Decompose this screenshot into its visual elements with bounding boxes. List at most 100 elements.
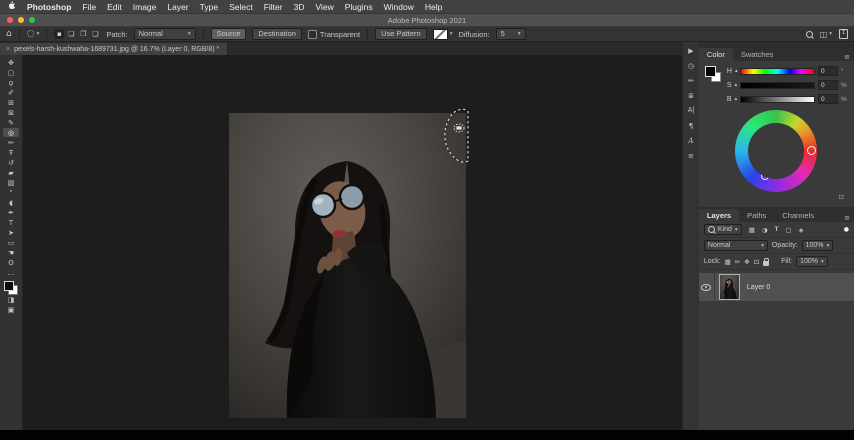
quick-selection-tool[interactable]: ✐ [3,88,19,97]
eraser-tool[interactable]: ▰ [3,168,19,177]
menu-filter[interactable]: Filter [264,2,283,12]
filter-adjustment-layers-icon[interactable]: ◑ [762,226,768,234]
patch-selection[interactable] [442,105,476,169]
clone-stamp-tool[interactable]: Ŧ [3,148,19,157]
menu-window[interactable]: Window [384,2,414,12]
lock-artboard-icon[interactable]: ⊡ [754,258,759,266]
pen-tool[interactable]: ✒ [3,208,19,217]
destination-button[interactable]: Destination [252,28,302,40]
frame-tool[interactable]: ⊠ [3,108,19,117]
gradient-tool[interactable]: ▨ [3,178,19,187]
hue-value[interactable]: 0 [818,66,838,76]
panel-menu-icon[interactable]: ≡ [840,214,854,222]
transparent-option[interactable]: Transparent [308,30,360,39]
eyedropper-tool[interactable]: ✎ [3,118,19,127]
filter-type-dropdown[interactable]: Kind ▾ [704,224,742,235]
search-icon[interactable] [806,31,813,38]
subtract-selection-button[interactable]: ❐ [78,29,88,39]
add-selection-button[interactable]: ❏ [66,29,76,39]
path-selection-tool[interactable]: ➤ [3,228,19,237]
lock-all-icon[interactable] [763,261,769,266]
saturation-brightness-triangle[interactable] [748,123,804,179]
layer-thumbnail[interactable] [719,274,740,300]
screen-mode-button[interactable]: ▣ [3,305,19,314]
lock-paint-icon[interactable]: ✏ [735,258,740,266]
tab-swatches[interactable]: Swatches [733,48,782,61]
lock-transparency-icon[interactable]: ▦ [725,258,731,266]
eye-icon[interactable] [701,284,711,291]
workspace-switcher[interactable]: ◫ ▾ [820,30,832,39]
brush-tool[interactable]: ✏ [3,138,19,147]
type-tool[interactable]: T [3,218,19,227]
minimize-window-button[interactable] [18,17,24,23]
use-pattern-button[interactable]: Use Pattern [375,28,427,40]
menu-view[interactable]: View [315,2,333,12]
filter-shape-layers-icon[interactable]: ▢ [786,226,792,234]
close-window-button[interactable] [7,17,13,23]
menu-layer[interactable]: Layer [167,2,188,12]
filter-smart-objects-icon[interactable]: ◈ [799,226,804,234]
brightness-slider[interactable] [740,96,815,103]
apple-icon[interactable] [8,1,16,13]
color-swatch-pair[interactable] [705,66,721,82]
blend-mode-dropdown[interactable]: Normal ▾ [704,240,768,251]
dodge-tool[interactable]: ◖ [3,198,19,207]
tab-channels[interactable]: Channels [774,209,822,222]
saturation-value[interactable]: 0 [818,80,838,90]
layer-name[interactable]: Layer 0 [747,284,770,291]
history-icon[interactable]: ◷ [688,61,694,70]
brightness-value[interactable]: 0 [818,94,838,104]
transparent-checkbox[interactable] [308,30,317,39]
brush-settings-icon[interactable]: ✏ [688,76,694,85]
blur-tool[interactable]: ❜ [3,188,19,197]
filter-type-layers-icon[interactable]: T [775,226,779,233]
fill-dropdown[interactable]: 100% ▾ [796,256,828,267]
menu-3d[interactable]: 3D [294,2,305,12]
foreground-color-swatch[interactable] [4,281,14,291]
paragraph-panel-icon[interactable]: ¶ [689,121,693,130]
filter-toggle-icon[interactable]: ● [844,226,849,233]
pattern-picker[interactable]: ▾ [433,29,453,40]
layer-row[interactable]: Layer 0 [699,273,854,301]
new-selection-button[interactable]: ▪ [54,29,64,39]
menu-help[interactable]: Help [425,2,442,12]
color-wheel[interactable] [735,110,817,192]
filter-pixel-layers-icon[interactable]: ▦ [749,226,755,234]
source-button[interactable]: Source [211,28,247,40]
lock-position-icon[interactable]: ✥ [744,258,749,266]
history-brush-tool[interactable]: ↺ [3,158,19,167]
menu-photoshop[interactable]: Photoshop [27,2,71,12]
slider-marker-icon[interactable]: ▴ [735,96,738,102]
canvas[interactable] [23,55,682,430]
expand-panels-icon[interactable]: ▶ [688,46,693,55]
lasso-tool[interactable]: ϙ [3,78,19,87]
hue-selector[interactable] [807,146,816,155]
intersect-selection-button[interactable]: ❑ [90,29,100,39]
patch-tool[interactable]: ◎ [3,128,19,137]
menu-type[interactable]: Type [200,2,218,12]
hue-slider[interactable] [740,68,815,75]
slider-marker-icon[interactable]: ▴ [735,68,738,74]
properties-icon[interactable]: ≣ [688,91,694,100]
menu-select[interactable]: Select [229,2,253,12]
paragraph-styles-icon[interactable]: ≡ [688,151,694,160]
tab-layers[interactable]: Layers [699,209,739,222]
menu-image[interactable]: Image [133,2,157,12]
visibility-cell[interactable] [699,273,715,301]
foreground-background-swatches[interactable] [4,281,18,295]
saturation-slider[interactable] [740,82,815,89]
tab-paths[interactable]: Paths [739,209,774,222]
menu-edit[interactable]: Edit [107,2,122,12]
hand-tool[interactable]: ☚ [3,248,19,257]
home-icon[interactable]: ⌂ [6,29,12,39]
zoom-window-button[interactable] [29,17,35,23]
menu-plugins[interactable]: Plugins [345,2,373,12]
patch-mode-dropdown[interactable]: Normal ▾ [134,28,196,40]
panel-menu-icon[interactable]: ≡ [840,53,854,61]
share-icon[interactable]: ↥ [839,29,848,39]
opacity-dropdown[interactable]: 100% ▾ [802,240,834,251]
marquee-tool[interactable]: ▢ [3,68,19,77]
diffusion-dropdown[interactable]: 5 ▾ [496,28,526,40]
tab-color[interactable]: Color [699,48,733,61]
shape-tool[interactable]: ▭ [3,238,19,247]
